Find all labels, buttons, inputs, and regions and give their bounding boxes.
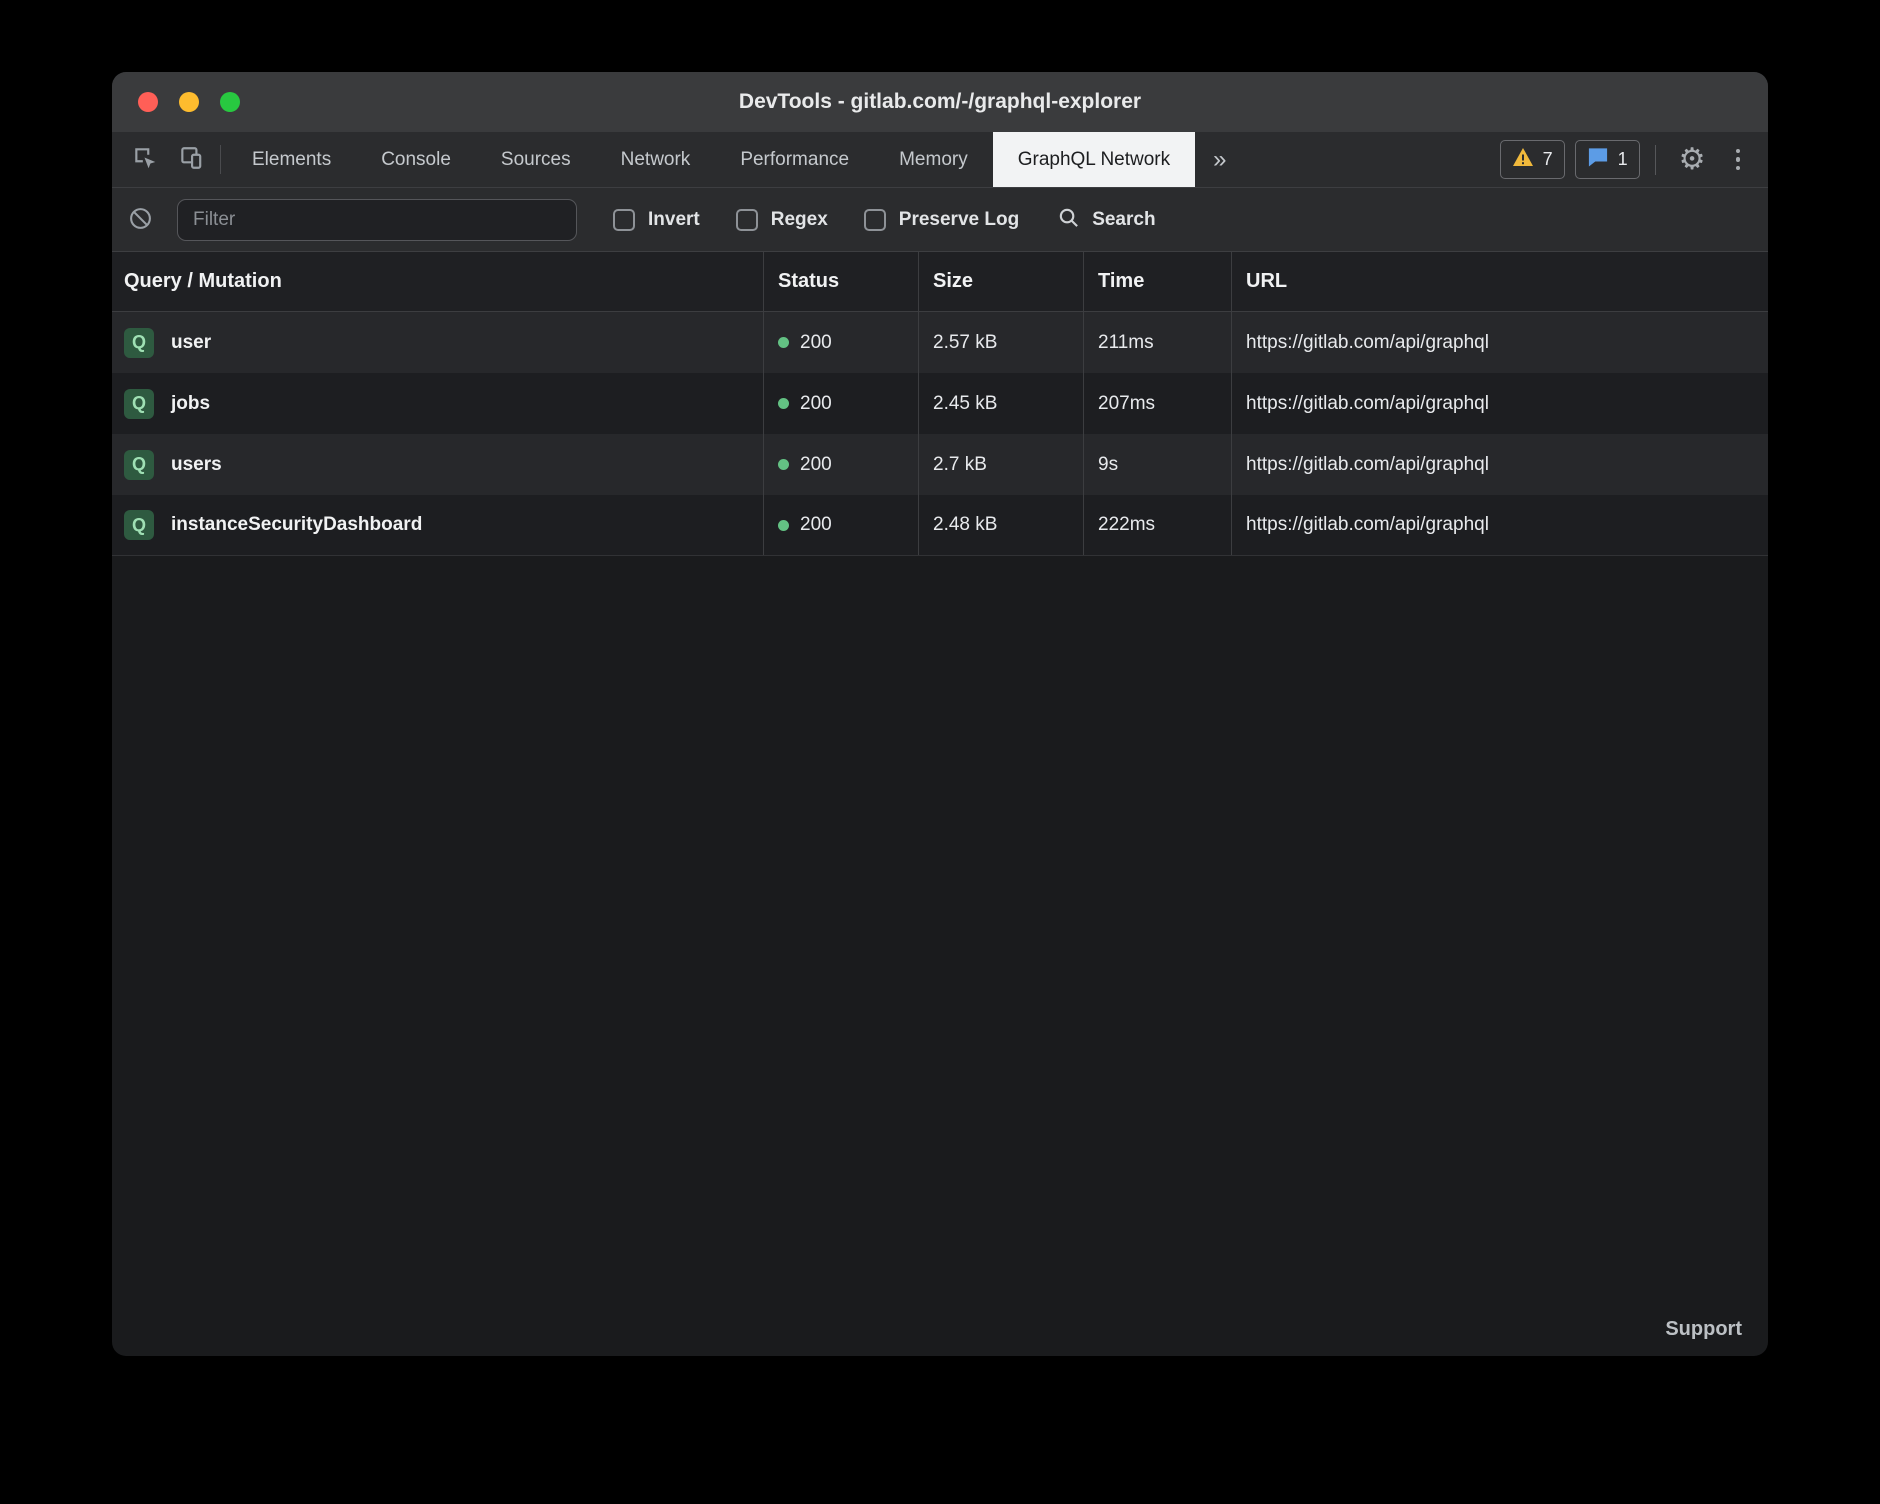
size-cell: 2.57 kB xyxy=(919,312,1084,373)
zoom-button[interactable] xyxy=(220,92,240,112)
query-name: user xyxy=(171,332,211,354)
close-button[interactable] xyxy=(138,92,158,112)
query-type-badge: Q xyxy=(124,510,154,540)
block-icon xyxy=(128,206,153,234)
device-toolbar-icon xyxy=(178,145,204,174)
column-header-time[interactable]: Time xyxy=(1084,252,1232,311)
table-row[interactable]: Q instanceSecurityDashboard 200 2.48 kB … xyxy=(112,495,1768,556)
query-name-cell: Q instanceSecurityDashboard xyxy=(112,495,764,555)
query-type-badge: Q xyxy=(124,450,154,480)
status-ok-dot xyxy=(778,459,789,470)
tab-elements[interactable]: Elements xyxy=(227,132,356,187)
status-cell: 200 xyxy=(764,495,919,555)
status-code: 200 xyxy=(800,332,832,354)
query-name: jobs xyxy=(171,393,210,415)
message-bubble-icon xyxy=(1587,147,1609,172)
query-name-cell: Q user xyxy=(112,312,764,373)
preserve-log-label: Preserve Log xyxy=(899,209,1019,231)
inspect-element-button[interactable] xyxy=(122,132,168,187)
toolbar-right-separator xyxy=(1655,145,1656,175)
inspect-cursor-icon xyxy=(132,145,158,174)
titlebar: DevTools - gitlab.com/-/graphql-explorer xyxy=(112,72,1768,132)
column-header-query-mutation[interactable]: Query / Mutation xyxy=(112,252,764,311)
status-ok-dot xyxy=(778,520,789,531)
regex-label: Regex xyxy=(771,209,828,231)
url-cell: https://gitlab.com/api/graphql xyxy=(1232,312,1768,373)
tab-sources[interactable]: Sources xyxy=(476,132,596,187)
minimize-button[interactable] xyxy=(179,92,199,112)
preserve-log-checkbox-group[interactable]: Preserve Log xyxy=(864,209,1019,231)
column-header-size[interactable]: Size xyxy=(919,252,1084,311)
device-toolbar-button[interactable] xyxy=(168,132,214,187)
devtools-toolbar: Elements Console Sources Network Perform… xyxy=(112,132,1768,188)
time-cell: 9s xyxy=(1084,434,1232,495)
status-cell: 200 xyxy=(764,373,919,434)
query-type-badge: Q xyxy=(124,389,154,419)
traffic-lights xyxy=(138,72,240,132)
column-header-url[interactable]: URL xyxy=(1232,252,1768,311)
query-name: users xyxy=(171,454,222,476)
regex-checkbox[interactable] xyxy=(736,209,758,231)
query-type-badge: Q xyxy=(124,328,154,358)
kebab-menu-icon[interactable] xyxy=(1724,149,1753,171)
status-code: 200 xyxy=(800,514,832,536)
tab-network[interactable]: Network xyxy=(596,132,716,187)
issues-badge[interactable]: 1 xyxy=(1575,140,1640,179)
status-cell: 200 xyxy=(764,434,919,495)
status-cell: 200 xyxy=(764,312,919,373)
filter-bar: Invert Regex Preserve Log Search xyxy=(112,188,1768,252)
regex-checkbox-group[interactable]: Regex xyxy=(736,209,828,231)
window-title: DevTools - gitlab.com/-/graphql-explorer xyxy=(739,90,1141,114)
column-header-status[interactable]: Status xyxy=(764,252,919,311)
time-cell: 207ms xyxy=(1084,373,1232,434)
query-name-cell: Q jobs xyxy=(112,373,764,434)
size-cell: 2.48 kB xyxy=(919,495,1084,555)
clear-filter-button[interactable] xyxy=(128,206,153,234)
preserve-log-checkbox[interactable] xyxy=(864,209,886,231)
status-code: 200 xyxy=(800,454,832,476)
tab-memory[interactable]: Memory xyxy=(874,132,993,187)
more-tabs-button[interactable]: » xyxy=(1195,132,1244,187)
search-icon xyxy=(1057,206,1080,234)
tab-console[interactable]: Console xyxy=(356,132,476,187)
requests-table: Query / Mutation Status Size Time URL Q … xyxy=(112,252,1768,556)
invert-checkbox-group[interactable]: Invert xyxy=(613,209,700,231)
panel-tabs: Elements Console Sources Network Perform… xyxy=(227,132,1195,187)
time-cell: 222ms xyxy=(1084,495,1232,555)
url-cell: https://gitlab.com/api/graphql xyxy=(1232,495,1768,555)
support-link[interactable]: Support xyxy=(1665,1318,1742,1341)
search-label: Search xyxy=(1092,209,1155,231)
toolbar-separator xyxy=(220,145,221,174)
size-cell: 2.7 kB xyxy=(919,434,1084,495)
devtools-window: DevTools - gitlab.com/-/graphql-explorer… xyxy=(112,72,1768,1356)
invert-label: Invert xyxy=(648,209,700,231)
status-ok-dot xyxy=(778,337,789,348)
query-name: instanceSecurityDashboard xyxy=(171,514,422,536)
table-row[interactable]: Q users 200 2.7 kB 9s https://gitlab.com… xyxy=(112,434,1768,495)
table-row[interactable]: Q jobs 200 2.45 kB 207ms https://gitlab.… xyxy=(112,373,1768,434)
issues-count: 1 xyxy=(1618,149,1628,170)
url-cell: https://gitlab.com/api/graphql xyxy=(1232,373,1768,434)
table-row[interactable]: Q user 200 2.57 kB 211ms https://gitlab.… xyxy=(112,312,1768,373)
warning-count: 7 xyxy=(1543,149,1553,170)
url-cell: https://gitlab.com/api/graphql xyxy=(1232,434,1768,495)
warning-icon xyxy=(1512,147,1534,172)
status-ok-dot xyxy=(778,398,789,409)
search-toggle[interactable]: Search xyxy=(1057,206,1155,234)
time-cell: 211ms xyxy=(1084,312,1232,373)
size-cell: 2.45 kB xyxy=(919,373,1084,434)
status-code: 200 xyxy=(800,393,832,415)
table-header-row: Query / Mutation Status Size Time URL xyxy=(112,252,1768,312)
toolbar-right: 7 1 ⚙ xyxy=(1500,132,1768,187)
settings-gear-icon[interactable]: ⚙ xyxy=(1671,145,1714,175)
tab-graphql-network[interactable]: GraphQL Network xyxy=(993,132,1195,187)
tab-performance[interactable]: Performance xyxy=(715,132,874,187)
warnings-badge[interactable]: 7 xyxy=(1500,140,1565,179)
filter-input[interactable] xyxy=(177,199,577,241)
invert-checkbox[interactable] xyxy=(613,209,635,231)
query-name-cell: Q users xyxy=(112,434,764,495)
